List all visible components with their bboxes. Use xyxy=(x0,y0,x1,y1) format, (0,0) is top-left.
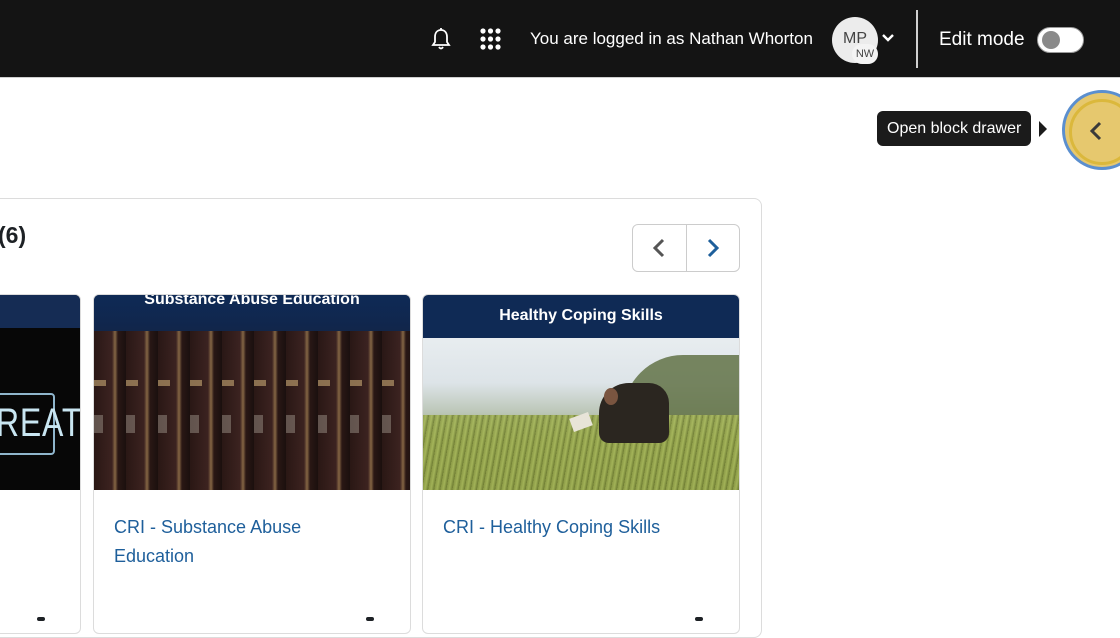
avatar[interactable]: MP NW xyxy=(832,17,878,64)
neon-sign-text: REAT xyxy=(0,401,80,445)
top-navbar: You are logged in as Nathan Whorton MP N… xyxy=(0,0,1120,78)
tooltip: Open block drawer xyxy=(877,111,1032,146)
chevron-left-icon xyxy=(1089,121,1103,141)
previous-page-button[interactable] xyxy=(633,225,686,271)
course-title-link[interactable]: CRI - Healthy Coping Skills xyxy=(443,513,703,542)
logged-in-text: You are logged in as Nathan Whorton xyxy=(530,29,813,48)
chevron-right-icon xyxy=(707,238,720,258)
course-count: (6) xyxy=(0,222,27,248)
chevron-down-icon[interactable] xyxy=(881,31,895,45)
open-block-drawer-button[interactable] xyxy=(1062,90,1120,170)
reading-man-image: Healthy Coping Skills xyxy=(423,295,739,490)
chevron-left-icon xyxy=(652,238,665,258)
tooltip-arrow xyxy=(1039,121,1047,137)
card-banner-text: Healthy Coping Skills xyxy=(499,307,663,324)
course-menu-dots[interactable] xyxy=(366,617,374,621)
avatar-badge: NW xyxy=(852,44,878,64)
app-grid-icon[interactable] xyxy=(480,28,501,50)
next-page-button[interactable] xyxy=(687,225,740,271)
card-banner-text: Substance Abuse Education xyxy=(144,295,360,308)
course-title-link[interactable]: CRI - Substance Abuse Education xyxy=(114,513,374,571)
neon-sign-image: REAT xyxy=(0,295,80,490)
course-pager xyxy=(632,224,740,272)
books-image: Substance Abuse Education xyxy=(94,295,410,490)
course-card[interactable]: Substance Abuse Education CRI - Substanc… xyxy=(93,294,411,634)
edit-mode-toggle[interactable] xyxy=(1037,27,1084,53)
course-menu-dots[interactable] xyxy=(37,617,45,621)
edit-mode-label: Edit mode xyxy=(939,29,1025,50)
divider xyxy=(916,10,918,68)
course-card[interactable]: Healthy Coping Skills CRI - Healthy Copi… xyxy=(422,294,740,634)
bell-icon[interactable] xyxy=(430,27,452,51)
course-card[interactable]: REAT xyxy=(0,294,81,634)
toggle-knob xyxy=(1042,31,1060,49)
course-menu-dots[interactable] xyxy=(695,617,703,621)
